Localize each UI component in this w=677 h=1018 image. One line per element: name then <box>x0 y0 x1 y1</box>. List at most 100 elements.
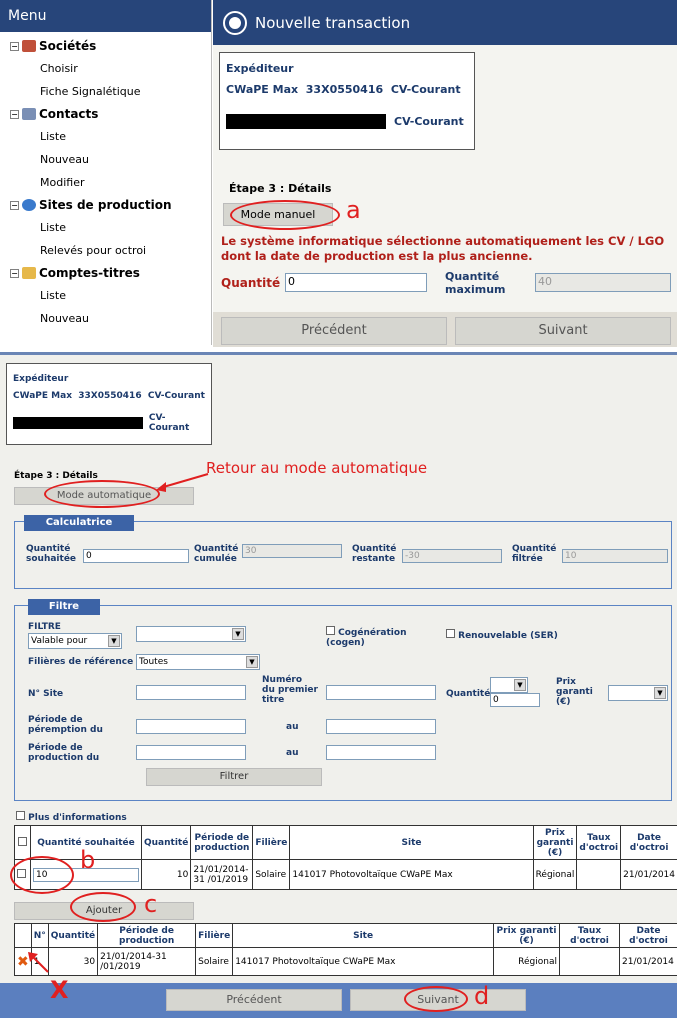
filtree-label: Quantité filtrée <box>512 544 560 564</box>
filieres-select[interactable]: Toutes▼ <box>136 654 260 670</box>
max-quantity-label: Quantité maximum <box>445 270 525 296</box>
filtre-value-select[interactable]: ▼ <box>136 626 246 642</box>
site-label: N° Site <box>28 689 63 699</box>
annotation-circle-auto <box>44 480 160 508</box>
chevron-down-icon: ▼ <box>654 687 666 699</box>
production-from-input[interactable] <box>136 745 246 760</box>
sender-label: Expéditeur <box>226 62 468 75</box>
taux-cell <box>560 948 620 976</box>
sidebar-item-liste[interactable]: Liste <box>0 125 211 148</box>
production-to-input[interactable] <box>326 745 436 760</box>
calculatrice-legend: Calculatrice <box>24 515 134 531</box>
renouv-checkbox[interactable] <box>446 629 455 638</box>
table-row: ✖ 1 30 21/01/2014-31 /01/2019 Solaire 14… <box>15 948 677 976</box>
plus-info-checkbox[interactable] <box>16 811 25 820</box>
collapse-icon[interactable]: − <box>10 201 19 210</box>
selected-table: N° Quantité Période de production Filièr… <box>14 923 677 976</box>
prix-select[interactable]: ▼ <box>608 685 668 701</box>
annotation-circle-c <box>70 892 136 922</box>
restante-label: Quantité restante <box>352 544 402 564</box>
chevron-down-icon: ▼ <box>108 635 120 647</box>
premier-titre-label: Numéro du premier titre <box>262 675 318 705</box>
sidebar-item-nouveau[interactable]: Nouveau <box>0 307 211 330</box>
au-label: au <box>286 722 298 732</box>
filtrer-button[interactable]: Filtrer <box>146 768 322 786</box>
collapse-icon[interactable]: − <box>10 42 19 51</box>
page-title: Nouvelle transaction <box>255 14 410 32</box>
collapse-icon[interactable]: − <box>10 110 19 119</box>
col-filiere: Filière <box>196 924 233 948</box>
sidebar-section-societes[interactable]: −Sociétés <box>10 35 211 57</box>
filtre-select[interactable]: Valable pour▼ <box>28 633 122 649</box>
sidebar-item-modifier[interactable]: Modifier <box>0 171 211 194</box>
sidebar-section-sites[interactable]: −Sites de production <box>10 194 211 216</box>
page-header: Nouvelle transaction <box>213 0 677 45</box>
select-all-cell[interactable] <box>15 826 31 860</box>
select-all-checkbox[interactable] <box>18 837 27 846</box>
col-site: Site <box>290 826 533 860</box>
souhaitee-label: Quantité souhaitée <box>26 544 82 564</box>
folder-icon <box>22 267 36 279</box>
annotation-a: a <box>346 196 361 224</box>
prev-button[interactable]: Précédent <box>166 989 342 1011</box>
sidebar-section-contacts[interactable]: −Contacts <box>10 103 211 125</box>
redacted-bar <box>13 417 143 429</box>
site-input[interactable] <box>136 685 246 700</box>
annotation-x: X <box>50 976 69 1004</box>
annotation-circle-a <box>230 200 340 230</box>
renouv-checkbox-row[interactable]: Renouvelable (SER) <box>446 629 558 641</box>
filieres-label: Filières de référence <box>28 657 133 667</box>
production-label: Période de production du <box>28 743 112 763</box>
chevron-down-icon: ▼ <box>514 679 526 691</box>
plus-info-row[interactable]: Plus d'informations <box>16 811 127 823</box>
sidebar: Menu −Sociétés Choisir Fiche Signalétiqu… <box>0 0 212 345</box>
col-taux: Taux d'octroi <box>577 826 621 860</box>
annotation-circle-d <box>404 986 468 1012</box>
sender-box: Expéditeur CWaPE Max 33X0550416 CV-Coura… <box>219 52 475 150</box>
col-periode: Période de production <box>191 826 253 860</box>
peremption-label: Période de péremption du <box>28 715 112 735</box>
periode-cell: 21/01/2014-31 /01/2019 <box>191 860 253 890</box>
sidebar-item-releves[interactable]: Relevés pour octroi <box>0 239 211 262</box>
sender-info: CWaPE Max 33X0550416 CV-Courant <box>13 391 205 401</box>
chevron-down-icon: ▼ <box>232 628 244 640</box>
sidebar-item-fiche[interactable]: Fiche Signalétique <box>0 80 211 103</box>
annotation-c: c <box>144 890 157 918</box>
collapse-icon[interactable]: − <box>10 269 19 278</box>
sidebar-item-choisir[interactable]: Choisir <box>0 57 211 80</box>
receiver-info: CV-Courant <box>13 413 205 433</box>
site-cell: 141017 Photovoltaïque CWaPE Max <box>290 860 533 890</box>
globe-icon <box>22 199 36 211</box>
sender-box: Expéditeur CWaPE Max 33X0550416 CV-Coura… <box>6 363 212 445</box>
cumulee-label: Quantité cumulée <box>194 544 240 564</box>
next-button[interactable]: Suivant <box>455 317 671 345</box>
quantite-filter-input[interactable]: 0 <box>490 693 540 707</box>
annotation-d: d <box>474 982 489 1010</box>
cogen-checkbox[interactable] <box>326 626 335 635</box>
col-periode: Période de production <box>98 924 196 948</box>
sidebar-item-nouveau[interactable]: Nouveau <box>0 148 211 171</box>
annotation-arrow-icon <box>152 470 212 494</box>
taux-cell <box>577 860 621 890</box>
col-prix: Prix garanti (€) <box>533 826 577 860</box>
col-filiere: Filière <box>253 826 290 860</box>
premier-titre-input[interactable] <box>326 685 436 700</box>
sidebar-section-comptes[interactable]: −Comptes-titres <box>10 262 211 284</box>
peremption-from-input[interactable] <box>136 719 246 734</box>
souhaitee-input[interactable]: 0 <box>83 549 189 563</box>
sidebar-item-liste[interactable]: Liste <box>0 284 211 307</box>
quantite-operator-select[interactable]: ▼ <box>490 677 528 693</box>
cumulee-input: 30 <box>242 544 342 558</box>
col-quantite: Quantité <box>48 924 97 948</box>
peremption-to-input[interactable] <box>326 719 436 734</box>
quantite-cell: 10 <box>142 860 191 890</box>
redacted-bar <box>226 114 386 129</box>
prev-button[interactable]: Précédent <box>221 317 447 345</box>
sidebar-item-liste[interactable]: Liste <box>0 216 211 239</box>
cogen-checkbox-row[interactable]: Cogénération (cogen) <box>326 626 436 648</box>
max-quantity-input: 40 <box>535 273 671 292</box>
step-title: Étape 3 : Détails <box>14 471 98 481</box>
col-n: N° <box>31 924 48 948</box>
delete-col <box>15 924 32 948</box>
quantity-input[interactable]: 0 <box>285 273 427 292</box>
